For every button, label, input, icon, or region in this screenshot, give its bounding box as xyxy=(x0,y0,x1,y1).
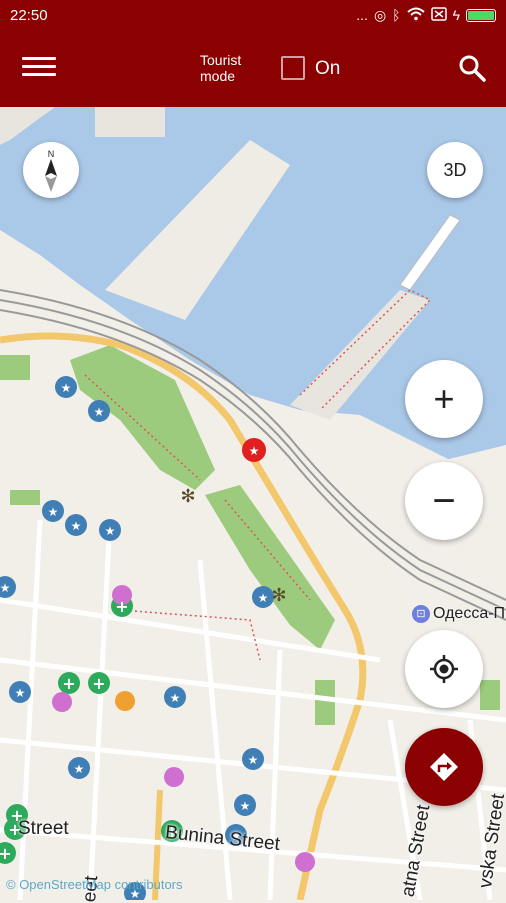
tourist-mode-label: Tourist mode xyxy=(200,52,241,84)
tourist-mode-label-line2: mode xyxy=(200,68,236,84)
svg-text:★: ★ xyxy=(0,581,10,595)
my-location-icon xyxy=(430,655,458,683)
signal-dots-icon: ... xyxy=(356,7,368,23)
svg-text:★: ★ xyxy=(48,505,59,519)
train-station-icon[interactable]: ⊡ xyxy=(412,605,430,623)
my-location-button[interactable] xyxy=(405,630,483,708)
svg-text:+: + xyxy=(92,674,105,693)
zoom-in-button[interactable]: + xyxy=(405,360,483,438)
wifi-icon xyxy=(406,7,425,24)
map-attribution[interactable]: © OpenStreetMap contributors xyxy=(6,877,183,892)
station-label[interactable]: Одесса-П xyxy=(433,605,505,623)
battery-icon xyxy=(466,8,496,22)
svg-text:★: ★ xyxy=(105,524,116,538)
svg-text:★: ★ xyxy=(71,519,82,533)
no-sim-icon xyxy=(430,6,447,24)
street-label-street: Street xyxy=(18,818,69,839)
svg-text:+: + xyxy=(115,597,128,616)
bluetooth-icon: ᛒ xyxy=(392,7,401,23)
search-icon[interactable] xyxy=(456,52,488,84)
hamburger-menu-icon[interactable] xyxy=(22,52,56,86)
svg-text:+: + xyxy=(62,674,75,693)
status-icons: ... ◎ ᛒ ϟ xyxy=(356,7,496,24)
hotspot-icon: ◎ xyxy=(373,6,387,23)
battery-fill xyxy=(468,10,494,20)
svg-text:★: ★ xyxy=(248,753,259,767)
charging-icon: ϟ xyxy=(452,7,460,23)
directions-icon xyxy=(430,753,458,781)
svg-text:★: ★ xyxy=(94,405,105,419)
compass-button[interactable]: N xyxy=(23,142,79,198)
svg-text:★: ★ xyxy=(61,381,72,395)
svg-text:N: N xyxy=(48,149,55,159)
toggle-3d-button[interactable]: 3D xyxy=(427,142,483,198)
svg-text:★: ★ xyxy=(15,686,26,700)
tourist-mode-checkbox[interactable] xyxy=(281,56,305,80)
tourist-mode-label-line1: Tourist xyxy=(200,52,242,68)
status-time: 22:50 xyxy=(10,6,48,24)
compass-icon: N xyxy=(45,149,57,192)
svg-text:★: ★ xyxy=(258,591,269,605)
svg-text:★: ★ xyxy=(240,799,251,813)
app-bar: Tourist mode On xyxy=(0,30,506,107)
tourist-mode-on-label[interactable]: On xyxy=(315,58,340,80)
status-bar: 22:50 ... ◎ ᛒ ϟ xyxy=(0,0,506,30)
zoom-out-button[interactable]: − xyxy=(405,462,483,540)
svg-text:★: ★ xyxy=(249,444,260,458)
svg-text:★: ★ xyxy=(170,691,181,705)
svg-text:★: ★ xyxy=(74,762,85,776)
svg-text:+: + xyxy=(0,844,12,863)
directions-button[interactable] xyxy=(405,728,483,806)
